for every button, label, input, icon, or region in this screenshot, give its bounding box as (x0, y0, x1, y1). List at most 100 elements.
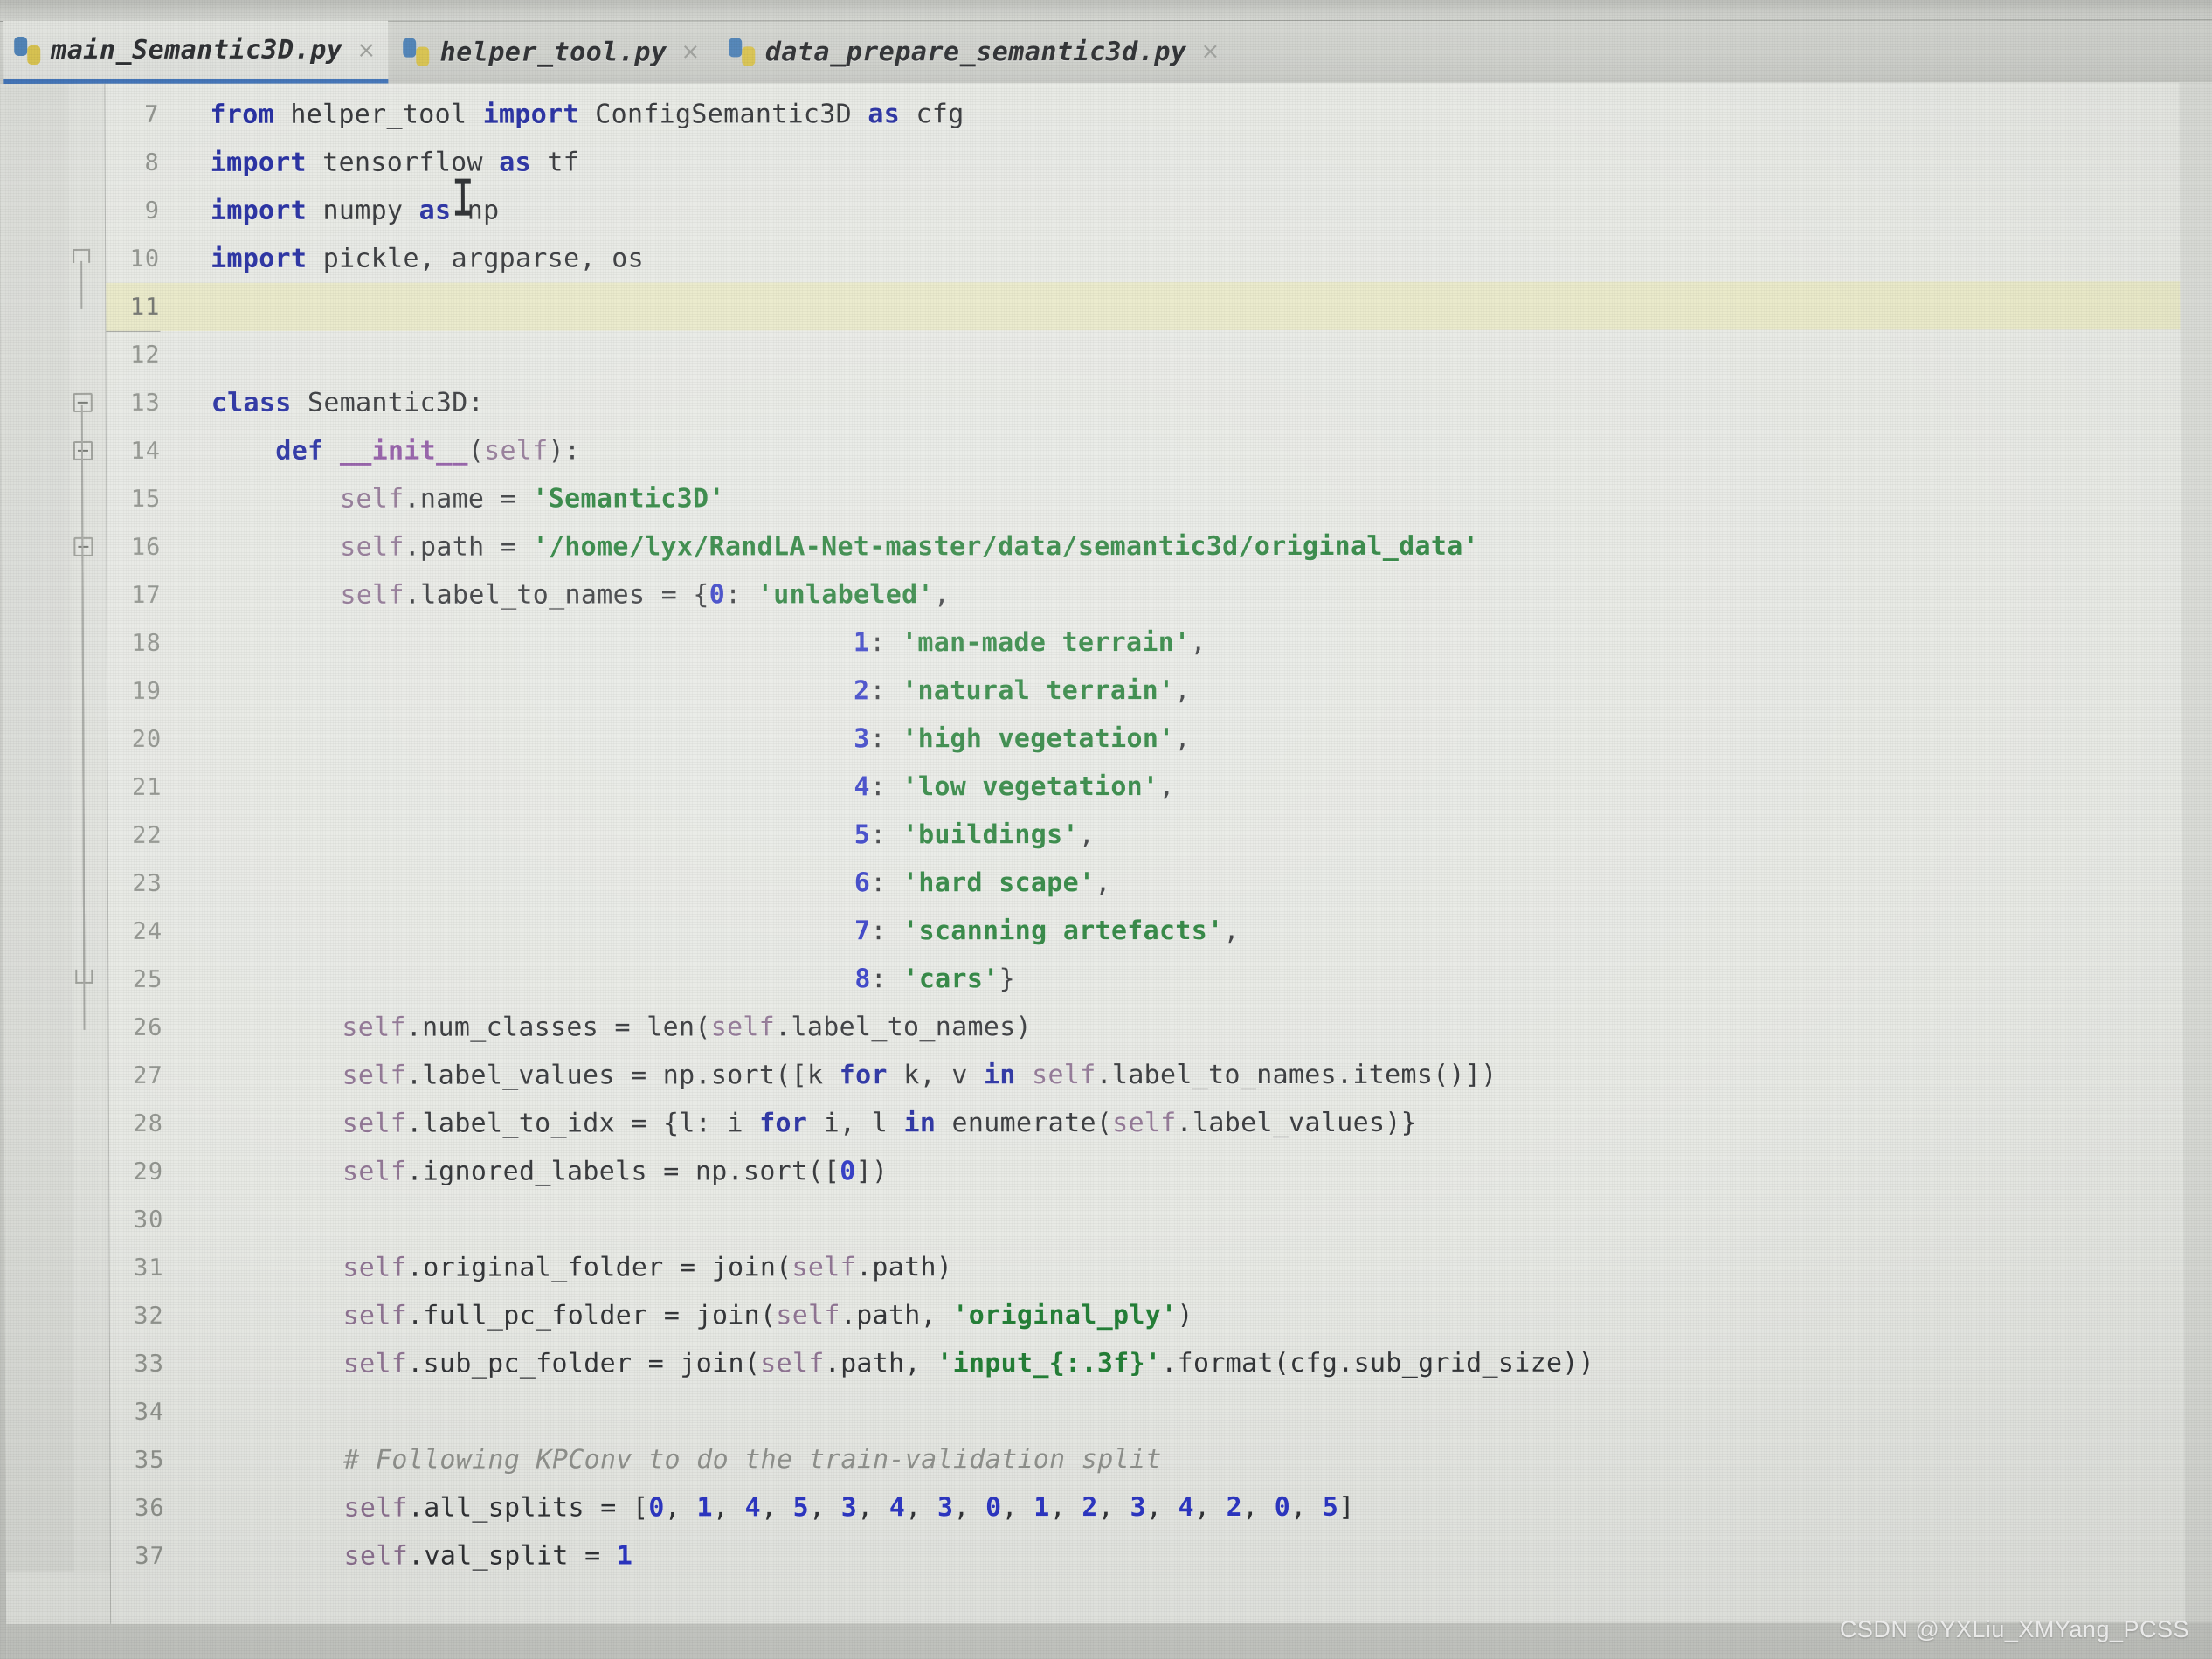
close-icon[interactable]: × (356, 38, 376, 61)
code-token-pln: .path, (840, 1300, 953, 1331)
line-number-gutter[interactable] (0, 84, 74, 1572)
code-text[interactable]: self.label_to_names = {0: 'unlabeled', (340, 570, 950, 619)
fold-region-stem (80, 261, 82, 309)
code-token-num: 1 (1033, 1492, 1050, 1523)
editor-tab-1[interactable]: main_Semantic3D.py× (3, 21, 388, 84)
code-token-pln: .original_folder = join( (407, 1252, 792, 1282)
code-text[interactable]: self.num_classes = len(self.label_to_nam… (342, 1003, 1032, 1052)
code-text[interactable]: self.name = 'Semantic3D' (340, 474, 725, 522)
code-text[interactable]: # Following KPConv to do the train-valid… (343, 1435, 1162, 1484)
code-line-row[interactable]: 35# Following KPConv to do the train-val… (110, 1434, 2212, 1484)
code-text[interactable]: 6: 'hard scape', (854, 859, 1111, 907)
code-text[interactable]: from helper_tool import ConfigSemantic3D… (210, 90, 964, 139)
code-line-row[interactable]: 247: 'scanning artefacts', (108, 906, 2212, 956)
code-line-row[interactable]: 26self.num_classes = len(self.label_to_n… (108, 1002, 2212, 1052)
code-line-row[interactable]: 30 (109, 1194, 2212, 1244)
close-icon[interactable]: × (1200, 40, 1220, 63)
code-token-pln: helper_tool (290, 100, 482, 130)
code-line-row[interactable]: 28self.label_to_idx = {l: i for i, l in … (109, 1098, 2212, 1148)
code-line-row[interactable]: 36self.all_splits = [0, 1, 4, 5, 3, 4, 3… (111, 1483, 2212, 1532)
code-text[interactable]: 1: 'man-made terrain', (854, 619, 1206, 667)
code-line-row[interactable]: 203: 'high vegetation', (107, 714, 2212, 764)
code-token-pln: .label_to_names) (775, 1012, 1032, 1042)
code-token-kw: import (211, 244, 323, 274)
code-text[interactable]: 5: 'buildings', (854, 811, 1096, 859)
editor-tab-3[interactable]: data_prepare_semantic3d.py× (718, 20, 1233, 83)
code-line-row[interactable]: 27self.label_values = np.sort([k for k, … (109, 1050, 2212, 1100)
code-token-kw: import (211, 196, 323, 226)
code-line-row[interactable]: 17self.label_to_names = {0: 'unlabeled', (107, 570, 2212, 619)
code-line-row[interactable]: 32 self.full_pc_folder = join(self.path, … (110, 1290, 2212, 1340)
code-line-row[interactable]: 31 self.original_folder = join(self.path) (109, 1242, 2212, 1292)
code-token-pln: , (665, 1492, 697, 1523)
code-text[interactable]: 7: 'scanning artefacts', (854, 907, 1240, 955)
code-text[interactable]: 8: 'cars'} (854, 955, 1015, 1003)
code-text[interactable]: import pickle, argparse, os (211, 234, 644, 282)
close-icon[interactable]: × (681, 40, 700, 63)
code-text[interactable]: self.ignored_labels = np.sort([0]) (342, 1147, 888, 1195)
code-text[interactable]: self.all_splits = [0, 1, 4, 5, 3, 4, 3, … (343, 1483, 1354, 1532)
code-line-row[interactable]: 11 (106, 281, 2212, 331)
code-line-row[interactable]: 13class Semantic3D: (107, 377, 2212, 427)
text-ibeam-cursor (455, 179, 471, 216)
code-line-row[interactable]: 181: 'man-made terrain', (107, 618, 2212, 667)
code-text[interactable]: self.original_folder = join(self.path) (342, 1243, 952, 1291)
code-line-row[interactable]: 10import pickle, argparse, os (106, 233, 2212, 283)
code-text[interactable]: 4: 'low vegetation', (854, 763, 1174, 811)
code-line-row[interactable]: 192: 'natural terrain', (107, 666, 2212, 715)
code-token-str: '/home/lyx/RandLA-Net-master/data/semant… (532, 531, 1478, 563)
code-editor[interactable]: 7from helper_tool import ConfigSemantic3… (0, 82, 2212, 1659)
code-token-str: 'Semantic3D' (532, 483, 724, 514)
code-token-kw: for (840, 1060, 904, 1090)
code-token-num: 1 (617, 1540, 633, 1571)
editor-tab-label: helper_tool.py (440, 37, 667, 67)
code-text[interactable]: class Semantic3D: (211, 379, 484, 427)
code-line-row[interactable]: 15self.name = 'Semantic3D' (107, 474, 2212, 523)
code-line-row[interactable]: 9import numpy as np (106, 185, 2212, 235)
code-token-num: 0 (709, 579, 726, 610)
code-text[interactable]: self.label_values = np.sort([k for k, v … (342, 1051, 1497, 1100)
code-token-kw: import (483, 100, 596, 130)
code-text[interactable]: self.path = '/home/lyx/RandLA-Net-master… (340, 522, 1479, 571)
code-token-pln: .path = (404, 532, 533, 563)
code-token-pln: ): (548, 436, 580, 467)
code-text[interactable]: self.val_split = 1 (344, 1531, 633, 1580)
code-line-row[interactable]: 8import tensorflow as tf (106, 137, 2212, 187)
code-line-row[interactable]: 14def __init__(self): (107, 425, 2212, 475)
code-text[interactable]: import tensorflow as tf (211, 139, 580, 187)
code-line-row[interactable]: 258: 'cars'} (108, 954, 2212, 1004)
code-token-pln: numpy (322, 196, 418, 226)
code-line-row[interactable]: 29self.ignored_labels = np.sort([0]) (109, 1146, 2212, 1196)
editor-tab-2[interactable]: helper_tool.py × (392, 20, 712, 83)
code-line-row[interactable]: 33self.sub_pc_folder = join(self.path, '… (110, 1338, 2212, 1388)
code-token-pln: : (725, 579, 757, 610)
code-token-self: self (343, 1493, 408, 1524)
code-line-row[interactable]: 7from helper_tool import ConfigSemantic3… (105, 89, 2212, 139)
code-text[interactable]: self.sub_pc_folder = join(self.path, 'in… (343, 1339, 1594, 1388)
code-line-row[interactable]: 225: 'buildings', (108, 810, 2212, 860)
code-token-num: 2 (1082, 1492, 1098, 1523)
code-token-str: 'unlabeled' (757, 579, 934, 610)
code-line-row[interactable]: 34 (110, 1386, 2212, 1436)
code-text[interactable]: self.label_to_idx = {l: i for i, l in en… (342, 1099, 1418, 1148)
code-token-pln: , (1190, 627, 1206, 658)
code-token-pln: , (1194, 1492, 1227, 1523)
code-line-row[interactable]: 37self.val_split = 1 (111, 1531, 2212, 1580)
code-line-row[interactable]: 12 (106, 329, 2212, 379)
code-text[interactable]: def __init__(self): (275, 427, 580, 475)
code-text[interactable]: 2: 'natural terrain', (854, 667, 1191, 715)
code-token-pln: : (870, 771, 902, 802)
code-line-row[interactable]: 16 self.path = '/home/lyx/RandLA-Net-mast… (107, 522, 2212, 571)
code-token-self: self (791, 1252, 856, 1282)
code-line-row[interactable]: 214: 'low vegetation', (107, 762, 2212, 812)
line-number: 31 (109, 1244, 163, 1292)
line-number: 32 (110, 1292, 164, 1340)
code-text-area[interactable]: 7from helper_tool import ConfigSemantic3… (105, 82, 2212, 1659)
code-token-pln: } (999, 964, 1016, 994)
code-text[interactable]: 3: 'high vegetation', (854, 715, 1191, 763)
code-line-row[interactable]: 236: 'hard scape', (108, 858, 2212, 908)
code-token-num: 4 (1178, 1492, 1194, 1523)
code-token-pln: .path) (856, 1252, 952, 1282)
line-number: 16 (107, 523, 161, 571)
code-text[interactable]: self.full_pc_folder = join(self.path, 'o… (342, 1291, 1192, 1340)
